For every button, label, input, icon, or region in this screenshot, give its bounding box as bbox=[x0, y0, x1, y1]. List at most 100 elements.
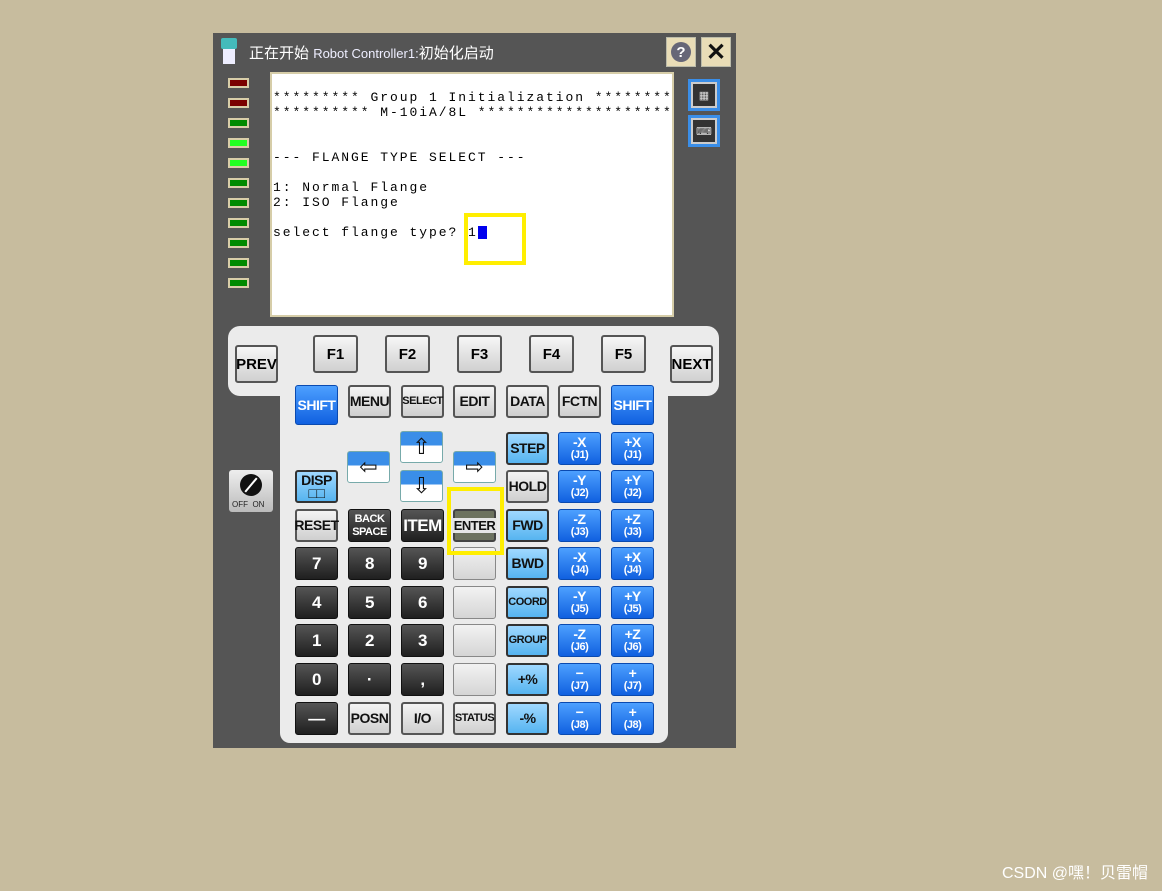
key-9[interactable]: 9 bbox=[401, 547, 444, 580]
prev-key[interactable]: PREV bbox=[235, 345, 278, 383]
key-posn[interactable]: POSN bbox=[348, 702, 391, 735]
key--xj4[interactable]: -X (J4) bbox=[558, 547, 601, 580]
key-2[interactable]: 2 bbox=[348, 624, 391, 657]
key-label: HOLD bbox=[508, 478, 547, 494]
key-label: SHIFT bbox=[297, 396, 336, 413]
key-+yj5[interactable]: +Y (J5) bbox=[611, 586, 654, 619]
key--zj6[interactable]: -Z (J6) bbox=[558, 624, 601, 657]
keyboard-icon: ⌨ bbox=[691, 118, 717, 144]
key-j8[interactable]: − (J8) bbox=[558, 702, 601, 735]
key-blank[interactable] bbox=[453, 547, 496, 580]
key-sublabel: (J7) bbox=[623, 679, 642, 692]
key-blank[interactable] bbox=[453, 624, 496, 657]
key-label: GROUP bbox=[508, 634, 547, 646]
keyswitch-labels: OFF ON bbox=[232, 500, 265, 509]
key-label: +Z bbox=[624, 625, 641, 642]
key-blank[interactable] bbox=[453, 586, 496, 619]
arrow-right-key[interactable]: ⇨ bbox=[453, 451, 496, 483]
key-+j7[interactable]: + (J7) bbox=[611, 663, 654, 696]
key-label: STATUS bbox=[454, 712, 495, 724]
key--yj2[interactable]: -Y (J2) bbox=[558, 470, 601, 503]
key-+yj2[interactable]: +Y (J2) bbox=[611, 470, 654, 503]
key-8[interactable]: 8 bbox=[348, 547, 391, 580]
key-label: ITEM bbox=[403, 516, 442, 535]
key-data[interactable]: DATA bbox=[506, 385, 549, 418]
key-step[interactable]: STEP bbox=[506, 432, 549, 465]
screen-line: 1: Normal Flange bbox=[273, 180, 430, 195]
key-3[interactable]: 3 bbox=[401, 624, 444, 657]
key-bwd[interactable]: BWD bbox=[506, 547, 549, 580]
screen-line: --- FLANGE TYPE SELECT --- bbox=[273, 150, 527, 165]
f2-key[interactable]: F2 bbox=[385, 335, 430, 373]
pendant-view-button[interactable]: ▦ bbox=[688, 79, 720, 111]
key-j7[interactable]: − (J7) bbox=[558, 663, 601, 696]
key-shift[interactable]: SHIFT bbox=[611, 385, 654, 425]
arrow-down-key[interactable]: ⇩ bbox=[400, 470, 443, 502]
key-label: POSN bbox=[350, 710, 389, 726]
key-fwd[interactable]: FWD bbox=[506, 509, 549, 542]
status-led bbox=[228, 238, 249, 248]
keyboard-button[interactable]: ⌨ bbox=[688, 115, 720, 147]
arrow-left-key[interactable]: ⇦ bbox=[347, 451, 390, 483]
status-led bbox=[228, 98, 249, 108]
key-+xj1[interactable]: +X (J1) bbox=[611, 432, 654, 465]
key-sublabel: (J4) bbox=[570, 563, 589, 576]
key-group[interactable]: GROUP bbox=[506, 624, 549, 657]
key-+zj6[interactable]: +Z (J6) bbox=[611, 624, 654, 657]
flange-input-value[interactable]: 1 bbox=[468, 225, 478, 240]
key-label: 4 bbox=[312, 593, 321, 612]
key-sublabel: (J5) bbox=[623, 602, 642, 615]
key-back[interactable]: BACK SPACE bbox=[348, 509, 391, 542]
key-+%[interactable]: +% bbox=[506, 663, 549, 696]
f1-key[interactable]: F1 bbox=[313, 335, 358, 373]
key--xj1[interactable]: -X (J1) bbox=[558, 432, 601, 465]
key-enter[interactable]: ENTER bbox=[451, 509, 498, 542]
status-led bbox=[228, 118, 249, 128]
key-reset[interactable]: RESET bbox=[294, 509, 339, 542]
key-4[interactable]: 4 bbox=[295, 586, 338, 619]
key--%[interactable]: -% bbox=[506, 702, 549, 735]
key-coord[interactable]: COORD bbox=[506, 586, 549, 619]
key--yj5[interactable]: -Y (J5) bbox=[558, 586, 601, 619]
key-+j8[interactable]: + (J8) bbox=[611, 702, 654, 735]
key-hold[interactable]: HOLD bbox=[506, 470, 549, 503]
arrow-up-key[interactable]: ⇧ bbox=[400, 431, 443, 463]
f4-key[interactable]: F4 bbox=[529, 335, 574, 373]
key-blank[interactable] bbox=[453, 663, 496, 696]
key-sublabel: (J3) bbox=[570, 525, 589, 538]
key-sublabel: □□ bbox=[308, 484, 325, 501]
key-label: -Y bbox=[573, 471, 587, 488]
key-select[interactable]: SELECT bbox=[401, 385, 444, 418]
key-label: 6 bbox=[418, 593, 427, 612]
key-item[interactable]: ITEM bbox=[401, 509, 444, 542]
key-7[interactable]: 7 bbox=[295, 547, 338, 580]
key-1[interactable]: 1 bbox=[295, 624, 338, 657]
key-[interactable]: · bbox=[348, 663, 391, 696]
key-[interactable]: — bbox=[295, 702, 338, 735]
key-label: +X bbox=[624, 433, 641, 450]
key-io[interactable]: I/O bbox=[401, 702, 444, 735]
key-6[interactable]: 6 bbox=[401, 586, 444, 619]
key-sublabel: (J2) bbox=[623, 486, 642, 499]
f5-key[interactable]: F5 bbox=[601, 335, 646, 373]
key-sublabel: (J2) bbox=[570, 486, 589, 499]
f3-key[interactable]: F3 bbox=[457, 335, 502, 373]
key-sublabel: (J3) bbox=[623, 525, 642, 538]
key-shift[interactable]: SHIFT bbox=[295, 385, 338, 425]
key-fctn[interactable]: FCTN bbox=[558, 385, 601, 418]
key-status[interactable]: STATUS bbox=[453, 702, 496, 735]
next-key[interactable]: NEXT bbox=[670, 345, 713, 383]
key-label: + bbox=[628, 703, 637, 720]
close-button[interactable]: ✕ bbox=[701, 37, 731, 67]
key-5[interactable]: 5 bbox=[348, 586, 391, 619]
enable-keyswitch[interactable]: OFF ON bbox=[229, 470, 273, 512]
key-0[interactable]: 0 bbox=[295, 663, 338, 696]
key-+xj4[interactable]: +X (J4) bbox=[611, 547, 654, 580]
key-edit[interactable]: EDIT bbox=[453, 385, 496, 418]
key--zj3[interactable]: -Z (J3) bbox=[558, 509, 601, 542]
key-+zj3[interactable]: +Z (J3) bbox=[611, 509, 654, 542]
key-menu[interactable]: MENU bbox=[348, 385, 391, 418]
key-disp[interactable]: DISP □□ bbox=[295, 470, 338, 503]
help-button[interactable]: ? bbox=[666, 37, 696, 67]
key-[interactable]: , bbox=[401, 663, 444, 696]
